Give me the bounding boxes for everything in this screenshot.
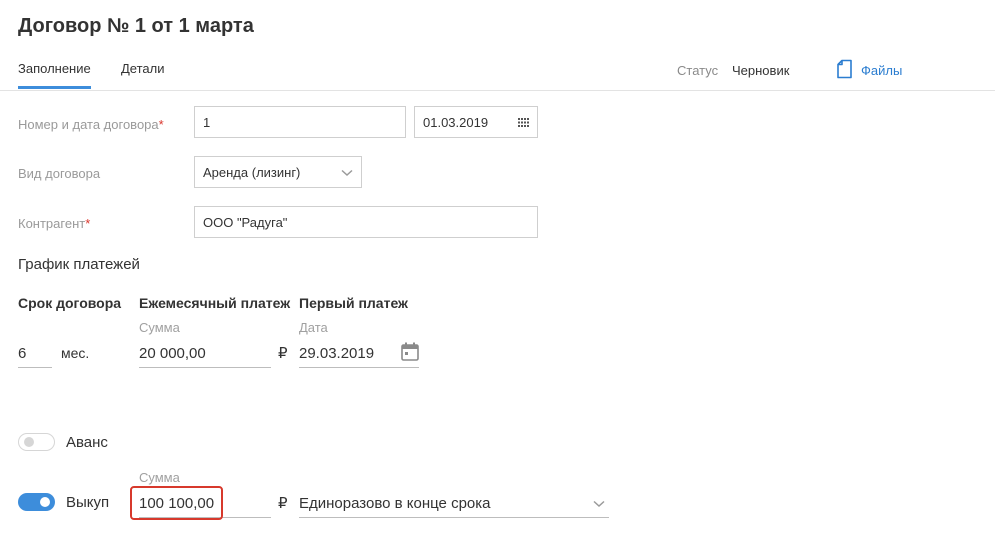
monthly-payment-heading: Ежемесячный платеж bbox=[139, 295, 291, 311]
contract-number-date-label: Номер и дата договора* bbox=[18, 117, 164, 132]
contract-type-select[interactable]: Аренда (лизинг) bbox=[194, 156, 362, 188]
buyout-mode-select[interactable]: Единоразово в конце срока bbox=[299, 490, 609, 518]
counterparty-input[interactable]: ООО "Радуга" bbox=[194, 206, 538, 238]
first-payment-date-input[interactable]: 29.03.2019 bbox=[299, 340, 419, 368]
files-label: Файлы bbox=[861, 62, 903, 78]
contract-date-input[interactable]: 01.03.2019 bbox=[414, 106, 538, 138]
file-icon bbox=[836, 59, 853, 82]
chevron-down-icon bbox=[341, 165, 353, 180]
buyout-sum-label: Сумма bbox=[139, 470, 180, 485]
tab-filling[interactable]: Заполнение bbox=[18, 61, 91, 76]
buyout-label: Выкуп bbox=[66, 494, 110, 511]
status-value: Черновик bbox=[732, 63, 790, 78]
first-date-label: Дата bbox=[299, 320, 328, 335]
required-mark: * bbox=[158, 117, 164, 132]
term-input[interactable]: 6 bbox=[18, 340, 52, 368]
advance-label: Аванс bbox=[66, 434, 108, 451]
monthly-sum-label: Сумма bbox=[139, 320, 180, 335]
calendar-icon[interactable] bbox=[401, 342, 419, 365]
ruble-sign: ₽ bbox=[278, 345, 288, 362]
files-button[interactable]: Файлы bbox=[836, 59, 903, 82]
active-tab-indicator bbox=[18, 86, 91, 89]
buyout-toggle[interactable] bbox=[18, 493, 55, 511]
header-divider bbox=[0, 90, 995, 91]
ruble-sign: ₽ bbox=[278, 495, 288, 512]
toggle-knob bbox=[24, 437, 34, 447]
toggle-knob bbox=[40, 497, 50, 507]
chevron-down-icon bbox=[593, 495, 605, 512]
contract-number-input[interactable]: 1 bbox=[194, 106, 406, 138]
term-heading: Срок договора bbox=[18, 295, 122, 311]
payment-schedule-title: График платежей bbox=[18, 256, 140, 273]
required-mark: * bbox=[85, 216, 91, 231]
monthly-payment-input[interactable]: 20 000,00 bbox=[139, 340, 271, 368]
page-title: Договор № 1 от 1 марта bbox=[18, 15, 254, 37]
status-label: Статус bbox=[677, 63, 719, 78]
contract-type-label: Вид договора bbox=[18, 166, 101, 181]
tab-details[interactable]: Детали bbox=[121, 61, 165, 76]
highlight-frame bbox=[130, 486, 223, 520]
term-unit: мес. bbox=[61, 345, 90, 361]
counterparty-label: Контрагент* bbox=[18, 216, 91, 231]
first-payment-heading: Первый платеж bbox=[299, 295, 408, 311]
advance-toggle[interactable] bbox=[18, 433, 55, 451]
calendar-grid-icon[interactable] bbox=[518, 115, 529, 130]
